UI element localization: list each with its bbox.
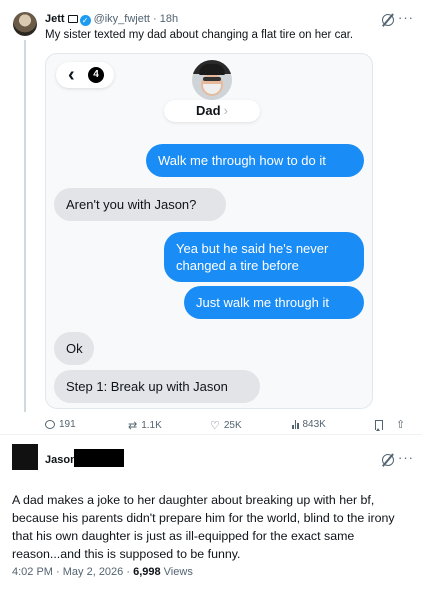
separator-dot: · [52,566,63,578]
views-icon [292,420,299,429]
reply-author-avatar[interactable] [12,444,38,470]
back-chevron-icon: ‹ [68,64,75,86]
views-button[interactable]: 843K [292,419,326,430]
reply-icon [45,420,55,429]
contact-glasses [203,77,221,81]
contact-cap [199,64,225,75]
reply-views-label: Views [163,566,193,578]
unread-count: 4 [88,67,104,83]
message-bubble: Step 1: Break up with Jason [54,370,260,403]
like-icon: ♡ [210,420,220,432]
message-bubble: Yea but he said he's never changed a tir… [164,232,364,282]
verified-icon: ✓ [79,15,91,26]
retweet-button[interactable]: ⇄ 1.1K [128,419,162,432]
thread-line [24,40,26,412]
divider [0,434,422,435]
reply-text: A dad makes a joke to her daughter about… [12,493,395,561]
grok-icon[interactable] [382,454,394,466]
reply-button[interactable]: 191 [45,419,76,430]
bookmark-button[interactable] [375,420,383,431]
message-bubble: Aren't you with Jason? [54,188,226,221]
tweet-time[interactable]: 18h [160,13,178,25]
separator-dot: · [149,13,160,25]
more-icon[interactable]: ··· [398,450,414,465]
contact-name: Dad [196,103,221,118]
badge-icon [67,15,78,23]
chevron-right-icon: › [223,103,228,118]
reply-meta: 4:02 PM · May 2, 2026 · 6,998 Views [12,566,193,578]
message-bubble: Just walk me through it [184,286,364,319]
bookmark-icon [375,420,383,431]
reply-count: 191 [59,419,76,430]
retweet-icon: ⇄ [128,420,138,432]
like-count: 25K [223,420,242,431]
message-bubble: Walk me through how to do it [146,144,364,177]
like-button[interactable]: ♡ 25K [210,419,242,432]
retweet-count: 1.1K [141,420,162,431]
message-bubble: Ok [54,332,94,365]
separator-dot: · [123,566,134,578]
original-tweet[interactable]: Jett ✓ @iky_fwjett · 18h ··· My sister tex… [0,0,422,432]
tweet-text: My sister texted my dad about changing a… [45,29,354,41]
tweet-header: Jett ✓ @iky_fwjett · 18h [45,12,178,26]
share-button[interactable]: ⇧ [396,418,405,431]
author-avatar[interactable] [13,12,37,36]
more-icon[interactable]: ··· [398,10,414,25]
contact-name-pill: Dad › [164,100,260,122]
contact-beard [203,84,221,94]
contact-avatar [192,60,232,100]
redaction-box [74,449,124,467]
grok-icon[interactable] [382,14,394,26]
reply-views-count: 6,998 [133,566,161,578]
reply-date[interactable]: May 2, 2026 [63,566,124,578]
tweet-image[interactable]: ‹ 4 Dad › Walk me through how to do it Ar… [45,53,373,409]
reply-author-name[interactable]: Jason [45,454,77,466]
author-handle[interactable]: @iky_fwjett [94,13,150,25]
author-name[interactable]: Jett [45,13,65,25]
share-icon: ⇧ [396,419,406,431]
back-button: ‹ 4 [56,62,114,88]
reply-time[interactable]: 4:02 PM [12,566,53,578]
views-count: 843K [302,419,326,430]
